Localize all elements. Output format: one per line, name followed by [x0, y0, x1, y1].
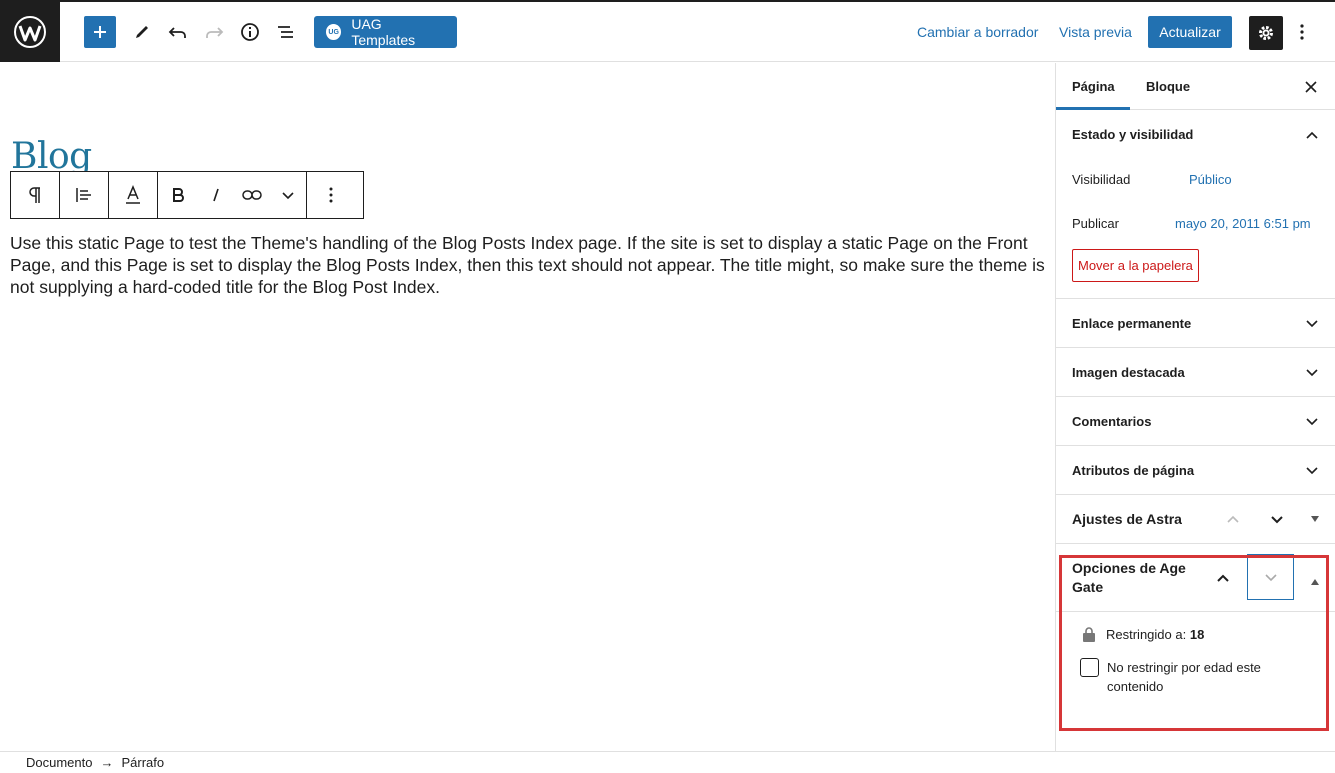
block-type-group — [11, 172, 60, 218]
panel-title: Estado y visibilidad — [1072, 127, 1194, 142]
align-left-icon — [76, 188, 91, 202]
paragraph-icon — [29, 187, 40, 203]
chevron-down-icon — [1271, 516, 1283, 524]
italic-button[interactable] — [198, 172, 234, 218]
chevron-down-icon — [1306, 467, 1318, 475]
paragraph-block-button[interactable] — [11, 172, 59, 218]
caret-down-icon — [1311, 516, 1319, 522]
text-color-button[interactable] — [109, 172, 157, 218]
update-button[interactable]: Actualizar — [1148, 16, 1232, 48]
panel-title: Atributos de página — [1072, 462, 1195, 478]
italic-icon — [213, 188, 219, 202]
chevron-up-icon — [1306, 131, 1318, 139]
link-button[interactable] — [234, 172, 270, 218]
preview-button[interactable]: Vista previa — [1059, 16, 1132, 48]
chevron-down-icon — [1306, 418, 1318, 426]
chevron-down-icon — [282, 192, 294, 200]
options-button[interactable] — [1291, 16, 1313, 48]
breadcrumb-paragraph[interactable]: Párrafo — [121, 755, 164, 770]
panel-title: Imagen destacada — [1072, 364, 1185, 380]
uag-logo-icon: UG — [326, 24, 342, 40]
link-icon — [242, 190, 262, 200]
bold-button[interactable] — [158, 172, 198, 218]
panel-title: Enlace permanente — [1072, 315, 1192, 331]
toggle-panel-button[interactable] — [1299, 516, 1319, 522]
align-button[interactable] — [60, 172, 108, 218]
undo-button[interactable] — [164, 16, 192, 48]
permalink-panel[interactable]: Enlace permanente — [1056, 299, 1335, 348]
redo-button[interactable] — [200, 16, 228, 48]
page-attributes-panel[interactable]: Atributos de página — [1056, 446, 1335, 495]
chevron-up-icon — [1227, 515, 1239, 523]
close-sidebar-button[interactable] — [1299, 75, 1323, 99]
pencil-icon — [136, 26, 148, 38]
gear-icon — [1259, 26, 1273, 40]
uag-templates-button[interactable]: UG UAG Templates — [314, 16, 457, 48]
highlight-box — [1059, 555, 1329, 731]
breadcrumb: Documento → Párrafo — [0, 751, 1335, 773]
move-up-button[interactable] — [1211, 514, 1255, 524]
block-options-button[interactable] — [307, 172, 355, 218]
settings-button[interactable] — [1249, 16, 1283, 50]
switch-to-draft-button[interactable]: Cambiar a borrador — [917, 16, 1038, 48]
panel-title: Comentarios — [1072, 413, 1152, 429]
more-vertical-icon — [1300, 24, 1304, 40]
text-color-icon — [126, 185, 140, 204]
chevron-down-icon — [1306, 369, 1318, 377]
info-icon — [241, 23, 259, 41]
featured-image-panel[interactable]: Imagen destacada — [1056, 348, 1335, 397]
move-to-trash-button[interactable]: Mover a la papelera — [1072, 249, 1199, 282]
more-rich-text-button[interactable] — [270, 172, 306, 218]
status-visibility-panel: Estado y visibilidad Visibilidad Público… — [1056, 110, 1335, 299]
tab-block[interactable]: Bloque — [1130, 63, 1206, 110]
plus-icon — [94, 26, 106, 38]
visibility-value-button[interactable]: Público — [1189, 172, 1232, 187]
chevron-down-icon — [1306, 320, 1318, 328]
tools-button[interactable] — [128, 16, 156, 48]
add-block-button[interactable] — [84, 16, 116, 48]
wordpress-logo-button[interactable] — [0, 2, 60, 62]
comments-panel[interactable]: Comentarios — [1056, 397, 1335, 446]
paragraph-block[interactable]: Use this static Page to test the Theme's… — [10, 232, 1050, 298]
status-visibility-toggle[interactable]: Estado y visibilidad — [1056, 110, 1335, 159]
panel-title: Ajustes de Astra — [1072, 511, 1182, 527]
sidebar-tabs: Página Bloque — [1056, 63, 1335, 110]
publish-date-button[interactable]: mayo 20, 2011 6:51 pm — [1175, 216, 1311, 231]
redo-icon — [206, 27, 224, 38]
move-down-button[interactable] — [1255, 514, 1299, 524]
arrow-right-icon: → — [100, 755, 114, 770]
astra-settings-panel[interactable]: Ajustes de Astra — [1056, 495, 1335, 544]
list-view-button[interactable] — [272, 16, 300, 48]
uag-templates-label: UAG Templates — [351, 16, 416, 48]
block-toolbar — [10, 171, 364, 219]
close-icon — [1305, 81, 1317, 93]
undo-icon — [168, 27, 186, 38]
top-toolbar: UG UAG Templates Cambiar a borrador Vist… — [0, 0, 1335, 62]
publish-label: Publicar — [1072, 215, 1119, 231]
more-vertical-icon — [329, 187, 333, 203]
editor-canvas: Blog Use this static Page to test the Th… — [0, 63, 1055, 751]
details-button[interactable] — [236, 16, 264, 48]
list-view-icon — [278, 26, 293, 38]
bold-icon — [173, 188, 184, 202]
visibility-label: Visibilidad — [1072, 171, 1131, 187]
tab-page[interactable]: Página — [1056, 63, 1130, 110]
breadcrumb-document[interactable]: Documento — [26, 755, 92, 770]
wordpress-icon — [14, 16, 46, 48]
